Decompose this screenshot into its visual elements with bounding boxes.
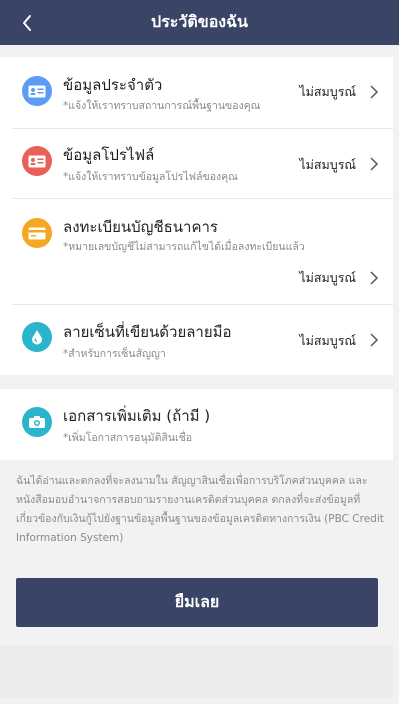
bank-card-icon: [22, 218, 52, 248]
signature-drop-icon: [22, 322, 52, 352]
chevron-left-icon: [23, 14, 31, 31]
profile-card-icon: [22, 146, 52, 176]
status-label: ไม่สมบูรณ์: [299, 333, 356, 348]
chevron-right-icon: [370, 85, 379, 99]
app-header: ประวัติของฉัน: [0, 0, 399, 45]
footer-area: [0, 645, 393, 698]
list-item-subtitle: *หมายเลขบัญชีไม่สามารถแก้ไขได้เมื่อลงทะเ…: [63, 241, 305, 253]
borrow-now-button[interactable]: ยืมเลย: [16, 578, 378, 627]
chevron-right-icon: [370, 333, 379, 347]
status-label: ไม่สมบูรณ์: [299, 84, 356, 99]
list-item-profile[interactable]: ข้อมูลโปรไฟล์ *แจ้งให้เราทราบข้อมูลโปรไฟ…: [12, 129, 393, 197]
list-item-subtitle: *สำหรับการเซ็นสัญญา: [63, 348, 166, 360]
page-title: ประวัติของฉัน: [151, 12, 248, 31]
camera-icon: [22, 407, 52, 437]
list-item-title: ลงทะเบียนบัญชีธนาคาร: [63, 218, 218, 236]
list-item-title: ข้อมูลโปรไฟล์: [63, 146, 155, 164]
back-button[interactable]: [12, 0, 42, 45]
id-card-icon: [22, 76, 52, 106]
list-item-subtitle: *แจ้งให้เราทราบสถานการณ์พื้นฐานของคุณ: [63, 100, 261, 112]
status-label: ไม่สมบูรณ์: [299, 270, 356, 285]
list-item-bank-account[interactable]: ลงทะเบียนบัญชีธนาคาร *หมายเลขบัญชีไม่สาม…: [12, 199, 393, 304]
chevron-right-icon: [370, 157, 379, 171]
list-item-subtitle: *แจ้งให้เราทราบข้อมูลโปรไฟล์ของคุณ: [63, 171, 238, 183]
list-item-identity[interactable]: ข้อมูลประจำตัว *แจ้งให้เราทราบสถานการณ์พ…: [12, 57, 393, 127]
list-item-title: ข้อมูลประจำตัว: [63, 76, 163, 94]
consent-text: ฉันได้อ่านและตกลงที่จะลงนามใน สัญญาสินเช…: [16, 475, 384, 544]
list-item-subtitle: *เพิ่มโอกาสการอนุมัติสินเชื่อ: [63, 432, 193, 444]
additional-documents-card[interactable]: เอกสารเพิ่มเติม (ถ้ามี ) *เพิ่มโอกาสการอ…: [0, 389, 393, 460]
list-item-title: ลายเซ็นที่เขียนด้วยลายมือ: [63, 323, 232, 341]
list-item-title: เอกสารเพิ่มเติม (ถ้ามี ): [63, 407, 211, 425]
chevron-right-icon: [370, 271, 379, 285]
status-label: ไม่สมบูรณ์: [299, 157, 356, 172]
list-item-signature[interactable]: ลายเซ็นที่เขียนด้วยลายมือ *สำหรับการเซ็น…: [12, 305, 393, 375]
